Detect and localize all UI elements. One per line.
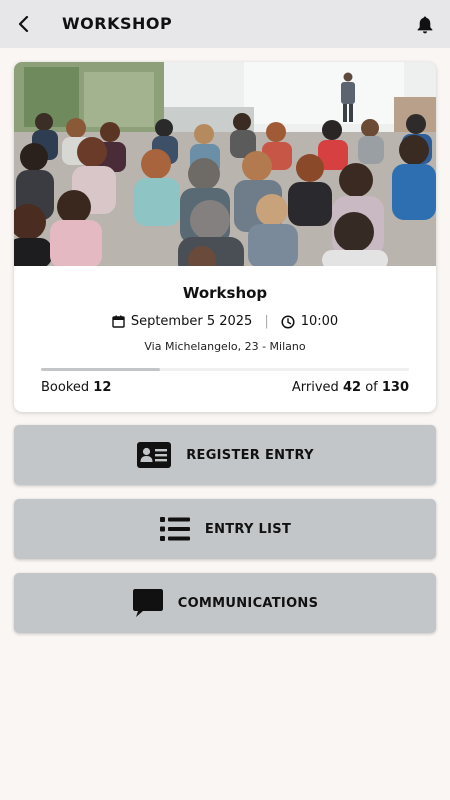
id-card-icon [137,442,172,468]
app-header: WORKSHOP [0,0,450,48]
booked-stat: Booked 12 [41,380,111,395]
communications-button[interactable]: COMMUNICATIONS [14,573,436,633]
bell-icon [417,16,433,33]
event-datetime: September 5 2025 | 10:00 [14,314,436,329]
of-label: of [365,380,378,395]
entry-list-button[interactable]: ENTRY LIST [14,499,436,559]
entry-list-label: ENTRY LIST [204,521,292,537]
event-time: 10:00 [300,314,339,329]
arrow-back-icon [18,15,29,33]
arrived-label: Arrived [291,380,339,395]
arrived-stat: Arrived 42 of 130 [292,380,409,395]
register-entry-label: REGISTER ENTRY [186,447,314,463]
communications-label: COMMUNICATIONS [177,595,319,611]
event-date: September 5 2025 [130,314,253,329]
arrived-count: 42 [342,380,362,395]
register-entry-button[interactable]: REGISTER ENTRY [14,425,436,485]
chat-bubble-icon [132,589,163,617]
attendance-stats: Booked 12 Arrived 42 of 130 [41,380,409,395]
event-address: Via Michelangelo, 23 - Milano [144,340,306,353]
event-photo [14,62,436,266]
clock-icon [281,314,295,329]
booked-count: 12 [93,380,112,395]
page-title: WORKSHOP [62,14,173,33]
booked-label: Booked [41,380,90,395]
calendar-icon [112,315,125,328]
notifications-button[interactable] [414,13,436,35]
event-card[interactable]: Workshop September 5 2025 | 10:00 Via Mi… [14,62,436,412]
date-separator: | [264,314,269,329]
attendance-progress-fill [41,368,160,371]
list-icon [159,517,190,541]
attendance-progress-bar [41,368,409,371]
event-name: Workshop [182,284,268,302]
capacity-count: 130 [381,380,409,395]
back-button[interactable] [12,12,36,36]
